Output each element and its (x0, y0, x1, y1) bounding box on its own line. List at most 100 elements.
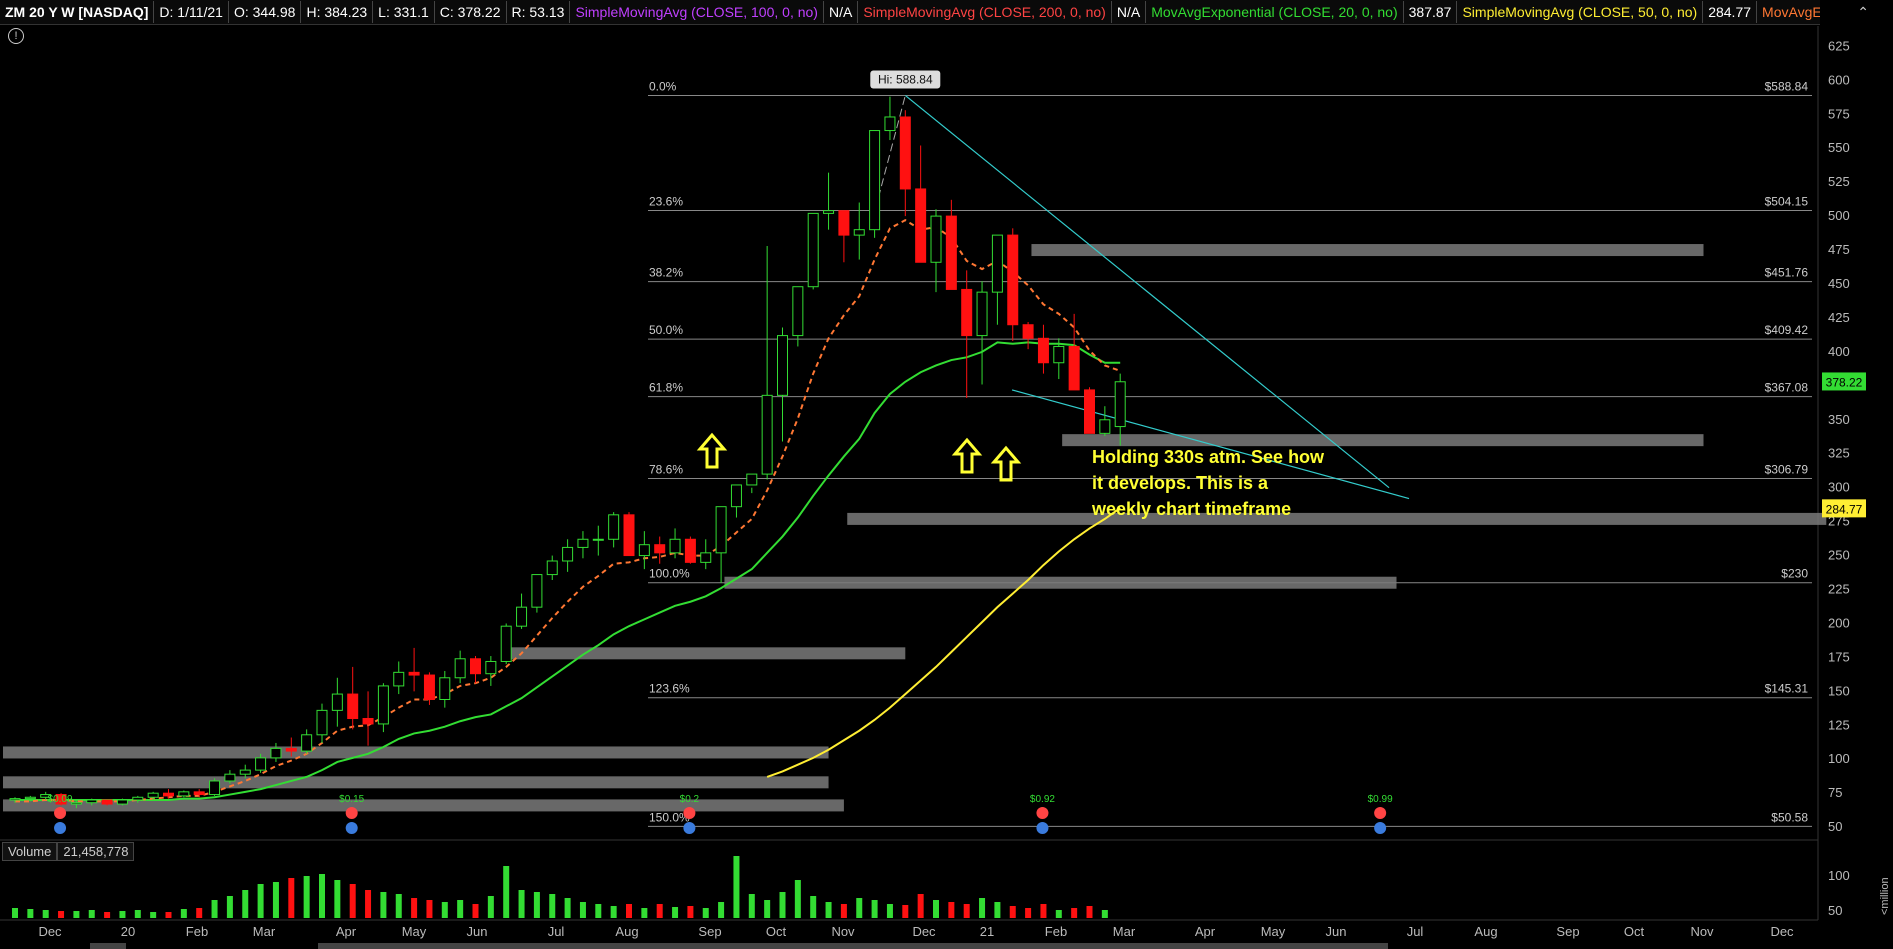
volume-bar (595, 904, 602, 918)
volume-bar (349, 884, 356, 918)
volume-bar (426, 900, 433, 918)
candle (592, 525, 604, 556)
volume-bar (42, 910, 49, 918)
volume-bar (441, 902, 448, 918)
candle-body (239, 769, 251, 775)
volume-bar (211, 900, 218, 918)
candle (730, 484, 742, 518)
candle-body (853, 229, 865, 236)
study-value-3: 284.77 (1703, 1, 1758, 23)
earnings-icon (54, 807, 67, 819)
y-tick-label: 200 (1828, 615, 1850, 630)
volume-bar (794, 880, 801, 918)
y-tick-label: 600 (1828, 72, 1850, 87)
volume-bar (1101, 910, 1108, 918)
candle-body (255, 757, 267, 771)
support-resistance-zone (3, 799, 844, 812)
support-resistance-zone (724, 576, 1397, 589)
candle-body (9, 798, 21, 801)
candle-body (623, 514, 635, 557)
fib-pct-label: 23.6% (649, 194, 683, 208)
x-tick-label: Mar (253, 924, 276, 939)
price-chart[interactable]: 5075100125150175200225250275300325350375… (0, 0, 1893, 949)
x-tick-label: Dec (912, 924, 936, 939)
x-tick-label: Aug (615, 924, 638, 939)
volume-bar (856, 898, 863, 918)
candle-body (70, 802, 82, 805)
x-tick-label: Nov (1690, 924, 1714, 939)
volume-bar (672, 907, 679, 918)
volume-bar (88, 910, 95, 918)
y-tick-label: 75 (1828, 785, 1842, 800)
candle (991, 234, 1003, 325)
y-tick-label: 400 (1828, 344, 1850, 359)
yellow-up-arrow-icon (951, 437, 983, 474)
volume-bar (1086, 906, 1093, 918)
dividend-label: $0.15 (339, 794, 364, 805)
volume-bar (73, 911, 80, 918)
volume-bar (58, 911, 65, 918)
candle (777, 327, 788, 442)
volume-bar (626, 904, 632, 918)
support-resistance-zone (3, 776, 829, 789)
y-tick-label: 125 (1828, 717, 1850, 732)
volume-bar (334, 880, 341, 918)
volume-bar (457, 900, 464, 918)
volume-bar (963, 904, 970, 918)
candle-body (531, 574, 543, 608)
candle-body (301, 734, 313, 752)
y-tick-label: 175 (1828, 649, 1850, 664)
volume-bar (748, 894, 755, 918)
dividend-label: $0.99 (1368, 794, 1393, 805)
info-icon[interactable]: ! (8, 28, 24, 44)
volume-bar (150, 912, 157, 918)
candle-body (976, 291, 988, 337)
candle-body (1037, 337, 1049, 364)
study-label-3[interactable]: SimpleMovingAvg (CLOSE, 50, 0, no) (1457, 1, 1704, 23)
x-tick-label: Oct (766, 924, 787, 939)
candle (577, 531, 589, 559)
study-label-2[interactable]: MovAvgExponential (CLOSE, 20, 0, no) (1146, 1, 1404, 23)
y-tick-label: 225 (1828, 582, 1850, 597)
candle-body (991, 234, 1003, 293)
volume-bar (319, 874, 325, 918)
volume-bar (487, 896, 494, 918)
volume-bar (272, 882, 279, 918)
candle-body (1084, 389, 1095, 434)
chart-annotation: Holding 330s atm. See how it develops. T… (1092, 447, 1325, 519)
study-label-4[interactable]: MovAvgExponential (CLOSE, 8, 0, no) (1757, 1, 1820, 23)
last-price-label: 378.22 (1826, 375, 1863, 389)
y-tick-label: 250 (1828, 548, 1850, 563)
volume-bar (27, 909, 34, 918)
candle-body (224, 773, 236, 782)
candle-body (1007, 234, 1019, 326)
volume-bar (1055, 910, 1062, 918)
candle-body (577, 538, 589, 548)
y-tick-label: 500 (1828, 208, 1850, 223)
fib-pct-label: 38.2% (649, 266, 683, 280)
scrollbar-thumb[interactable] (318, 943, 1388, 949)
candle-body (1099, 419, 1111, 434)
x-tick-label: Jun (1326, 924, 1347, 939)
collapse-chevron-icon[interactable]: ⌃ (1857, 4, 1869, 21)
candle (316, 703, 328, 743)
volume-bar (180, 909, 187, 918)
candle (930, 209, 942, 293)
candle (408, 647, 420, 692)
candle-body (377, 685, 389, 725)
candle-body (592, 538, 604, 541)
x-tick-label: Oct (1624, 924, 1645, 939)
symbol-label[interactable]: ZM 20 Y W [NASDAQ] (0, 1, 155, 23)
fib-pct-label: 0.0% (649, 79, 677, 93)
candle-body (746, 473, 758, 486)
x-tick-label: Sep (698, 924, 721, 939)
candle (1007, 228, 1019, 342)
y-tick-label: 475 (1828, 242, 1850, 257)
volume-bar (119, 911, 126, 918)
study-label-1[interactable]: SimpleMovingAvg (CLOSE, 200, 0, no) (858, 1, 1112, 23)
volume-bar (656, 904, 663, 918)
study-label-0[interactable]: SimpleMovingAvg (CLOSE, 100, 0, no) (570, 1, 824, 23)
volume-bar (687, 906, 694, 918)
fib-price-label: $504.15 (1765, 194, 1809, 208)
scrollbar-left-thumb[interactable] (90, 943, 126, 949)
